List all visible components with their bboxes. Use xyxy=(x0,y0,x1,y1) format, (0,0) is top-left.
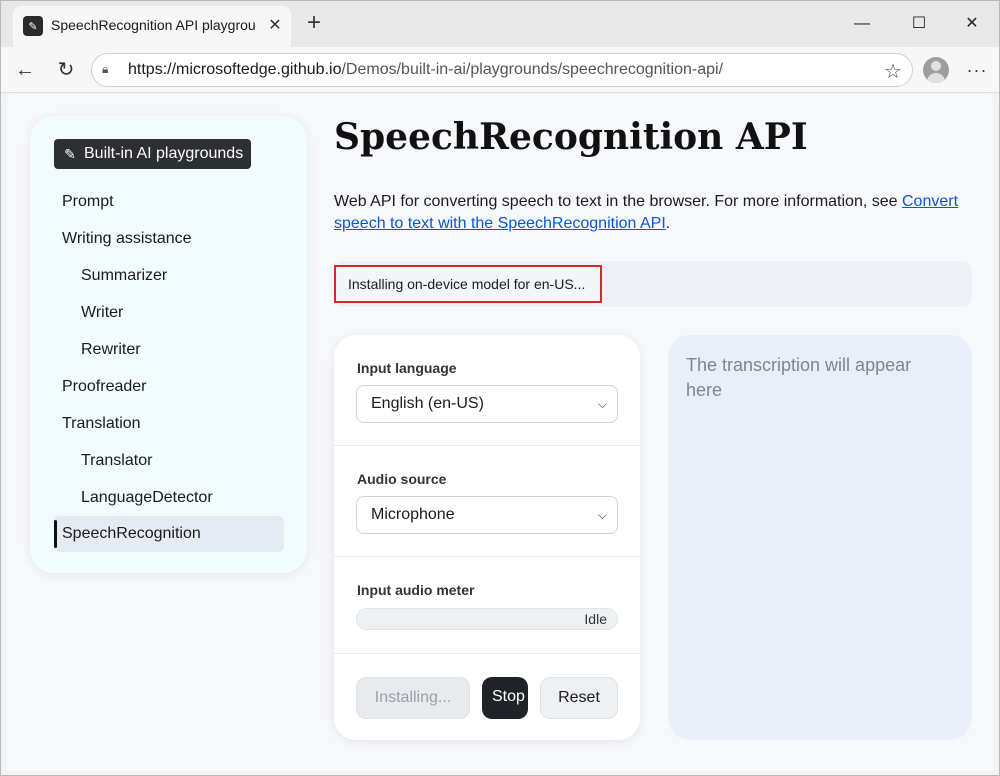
close-window-icon[interactable]: ✕ xyxy=(952,9,992,39)
sidebar-item-languagedetector[interactable]: LanguageDetector xyxy=(54,480,284,516)
sidebar-item-speechrecognition[interactable]: SpeechRecognition xyxy=(54,516,284,552)
transcription-output: The transcription will appear here xyxy=(668,335,972,740)
sidebar-item-summarizer[interactable]: Summarizer xyxy=(54,258,284,294)
tools-icon: ✎ xyxy=(64,146,76,162)
page-title: SpeechRecognition API xyxy=(334,116,808,158)
divider xyxy=(334,445,640,446)
sidebar-item-writer[interactable]: Writer xyxy=(54,295,284,331)
controls-panel: Input language English (en-US) ⌵ Audio s… xyxy=(334,335,640,740)
star-icon[interactable]: ☆ xyxy=(884,59,902,84)
reset-button[interactable]: Reset xyxy=(540,677,618,719)
sidebar-item-prompt[interactable]: Prompt xyxy=(54,184,284,220)
divider xyxy=(334,556,640,557)
url-scheme: https:// xyxy=(128,61,177,78)
avatar-icon[interactable] xyxy=(923,57,949,83)
arrow-left-icon[interactable]: ← xyxy=(11,56,39,84)
page-description: Web API for converting speech to text in… xyxy=(334,191,974,235)
description-end: . xyxy=(665,215,671,232)
title-bar: ✎ SpeechRecognition API playground ✕ + —… xyxy=(1,1,999,47)
sidebar-item-proofreader[interactable]: Proofreader xyxy=(54,369,284,405)
sidebar-item-rewriter[interactable]: Rewriter xyxy=(54,332,284,368)
minimize-icon[interactable]: — xyxy=(842,9,882,39)
tools-icon: ✎ xyxy=(23,16,43,36)
status-message: Installing on-device model for en-US... xyxy=(334,265,602,303)
address-bar[interactable]: 🔒︎ https://microsoftedge.github.io/Demos… xyxy=(91,53,913,87)
sidebar-item-translation[interactable]: Translation xyxy=(54,406,284,442)
url-text[interactable]: https://microsoftedge.github.io/Demos/bu… xyxy=(128,61,723,79)
close-tab-icon[interactable]: ✕ xyxy=(265,16,285,36)
maximize-icon[interactable]: ☐ xyxy=(899,9,939,39)
page-content: ✎ Built-in AI playgrounds Prompt Writing… xyxy=(7,94,993,771)
chevron-down-icon: ⌵ xyxy=(597,397,607,411)
status-area: Installing on-device model for en-US... xyxy=(334,261,972,307)
input-language-select[interactable]: English (en-US) ⌵ xyxy=(356,385,618,423)
installing-button[interactable]: Installing... xyxy=(356,677,470,719)
sidebar-item-writing-assistance[interactable]: Writing assistance xyxy=(54,221,284,257)
description-text: Web API for converting speech to text in… xyxy=(334,193,902,210)
url-domain: microsoftedge.github.io xyxy=(176,61,342,78)
browser-window: ✎ SpeechRecognition API playground ✕ + —… xyxy=(0,0,1000,776)
refresh-icon[interactable]: ↻ xyxy=(52,56,80,84)
input-language-value: English (en-US) xyxy=(371,395,484,412)
input-audio-meter-label: Input audio meter xyxy=(357,582,475,598)
input-language-label: Input language xyxy=(357,360,457,376)
stop-button[interactable]: Stop xyxy=(482,677,528,719)
audio-source-select[interactable]: Microphone ⌵ xyxy=(356,496,618,534)
browser-tab[interactable]: ✎ SpeechRecognition API playground ✕ xyxy=(13,6,291,47)
divider xyxy=(334,653,640,654)
brand-label: Built-in AI playgrounds xyxy=(84,145,244,162)
tab-title: SpeechRecognition API playground xyxy=(51,17,256,33)
sidebar-nav: ✎ Built-in AI playgrounds Prompt Writing… xyxy=(30,116,307,573)
transcription-placeholder: The transcription will appear here xyxy=(686,355,912,400)
chevron-down-icon: ⌵ xyxy=(597,508,607,522)
audio-meter-status: Idle xyxy=(584,611,607,627)
audio-meter: Idle xyxy=(356,608,618,630)
url-path: /Demos/built-in-ai/playgrounds/speechrec… xyxy=(341,61,724,78)
sidebar-item-translator[interactable]: Translator xyxy=(54,443,284,479)
audio-source-label: Audio source xyxy=(357,471,447,487)
audio-source-value: Microphone xyxy=(371,506,455,523)
lock-icon[interactable]: 🔒︎ xyxy=(102,62,118,78)
address-toolbar: ← ↻ 🔒︎ https://microsoftedge.github.io/D… xyxy=(1,47,999,93)
new-tab-button[interactable]: + xyxy=(301,11,327,37)
more-icon[interactable]: ··· xyxy=(964,56,990,84)
brand-link[interactable]: ✎ Built-in AI playgrounds xyxy=(54,139,252,169)
